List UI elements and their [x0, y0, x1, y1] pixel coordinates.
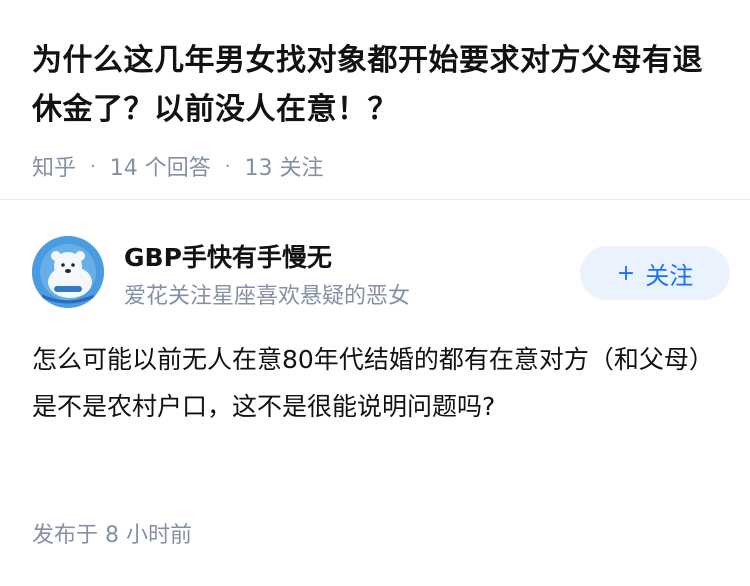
publish-time: 发布于 8 小时前	[32, 523, 192, 548]
separator-dot: ·	[224, 155, 231, 177]
section-divider	[0, 199, 750, 200]
author-bio: 爱花关注星座喜欢悬疑的恶女	[124, 284, 411, 309]
question-header: 为什么这几年男女找对象都开始要求对方父母有退休金了？以前没人在意！？ 知乎 · …	[32, 36, 722, 182]
source-label[interactable]: 知乎	[32, 150, 76, 182]
follow-button[interactable]: + 关注	[580, 246, 730, 300]
follower-count: 13 关注	[244, 156, 324, 181]
plus-icon: +	[616, 260, 636, 286]
question-title[interactable]: 为什么这几年男女找对象都开始要求对方父母有退休金了？以前没人在意！？	[32, 36, 722, 134]
author-name[interactable]: GBP手快有手慢无	[124, 238, 332, 274]
avatar[interactable]	[32, 236, 104, 308]
answer-content[interactable]: 怎么可能以前无人在意80年代结婚的都有在意对方（和父母）是不是农村户口，这不是很…	[32, 336, 722, 430]
separator-dot: ·	[90, 155, 96, 177]
author-card: GBP手快有手慢无 爱花关注星座喜欢悬疑的恶女 + 关注	[32, 236, 730, 310]
polar-bear-avatar-icon	[32, 236, 104, 308]
question-meta: 知乎 · 14 个回答 · 13 关注	[32, 150, 722, 182]
answer-count[interactable]: 14 个回答	[110, 150, 211, 182]
follow-label: 关注	[645, 261, 694, 290]
